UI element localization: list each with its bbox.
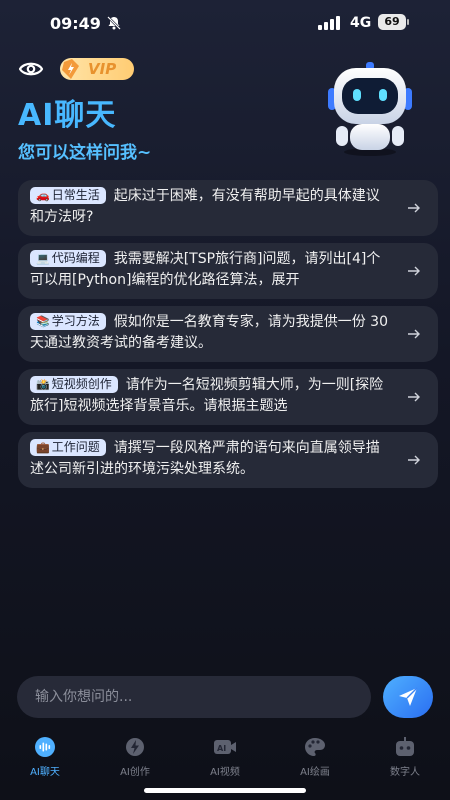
category-tag: 💼 工作问题 xyxy=(30,439,106,456)
page-title: AI聊天 xyxy=(18,98,117,133)
category-tag: 🚗 日常生活 xyxy=(30,187,106,204)
suggestion-card-daily-life[interactable]: 🚗 日常生活 起床过于困难，有没有帮助早起的具体建议和方法呀? xyxy=(18,180,438,236)
palette-icon xyxy=(305,738,325,756)
arrow-right-icon xyxy=(408,392,420,402)
nav-label: AI聊天 xyxy=(30,767,60,778)
suggestion-text: 🚗 日常生活 起床过于困难，有没有帮助早起的具体建议和方法呀? xyxy=(30,187,380,225)
bell-muted-icon xyxy=(107,16,121,30)
nav-item-digital-human[interactable]: 数字人 xyxy=(360,728,450,778)
nav-item-ai-painting[interactable]: AI绘画 xyxy=(270,728,360,778)
vip-badge[interactable]: VIP xyxy=(60,58,134,80)
car-icon: 🚗 xyxy=(36,189,50,202)
suggestion-text: 💼 工作问题 请撰写一段风格严肃的语句来向直属领导描述公司新引进的环境污染处理系统。 xyxy=(30,439,380,477)
chat-input[interactable] xyxy=(35,676,355,718)
camera-icon: 📸 xyxy=(36,378,50,391)
suggestion-text: 📚 学习方法 假如你是一名教育专家，请为我提供一份 30 天通过教资考试的备考建议。 xyxy=(30,313,388,351)
vip-label: VIP xyxy=(88,60,117,78)
suggestion-card-work[interactable]: 💼 工作问题 请撰写一段风格严肃的语句来向直属领导描述公司新引进的环境污染处理系统。 xyxy=(18,432,438,488)
robot-mascot-icon xyxy=(328,62,412,156)
battery-tip xyxy=(407,19,409,25)
category-tag: 📸 短视频创作 xyxy=(30,376,118,393)
nav-item-ai-chat[interactable]: AI聊天 xyxy=(0,728,90,778)
network-label: 4G xyxy=(350,15,372,31)
arrow-right-icon xyxy=(408,329,420,339)
home-indicator xyxy=(144,788,306,793)
status-bar: 09:49 4G 69 xyxy=(0,0,450,48)
books-icon: 📚 xyxy=(36,315,50,328)
category-tag: 📚 学习方法 xyxy=(30,313,106,330)
briefcase-icon: 💼 xyxy=(36,441,50,454)
page-subtitle: 您可以这样问我~ xyxy=(18,143,152,163)
suggestion-card-short-video[interactable]: 📸 短视频创作 请作为一名短视频剪辑大师，为一则[探险旅行]短视频选择背景音乐。请根… xyxy=(18,369,438,425)
suggestion-card-coding[interactable]: 💻 代码编程 我需要解决[TSP旅行商]问题，请列出[4]个可以用[Python]编… xyxy=(18,243,438,299)
suggestion-text: 📸 短视频创作 请作为一名短视频剪辑大师，为一则[探险旅行]短视频选择背景音乐。请根… xyxy=(30,376,384,414)
status-time: 09:49 xyxy=(50,14,101,33)
ai-video-icon: AI xyxy=(214,740,236,754)
send-icon xyxy=(399,687,418,706)
battery-indicator: 69 xyxy=(378,14,406,30)
voice-wave-icon xyxy=(35,737,55,757)
nav-label: AI视频 xyxy=(210,767,240,778)
arrow-right-icon xyxy=(408,266,420,276)
nav-item-ai-video[interactable]: AI AI视频 xyxy=(180,728,270,778)
arrow-right-icon xyxy=(408,203,420,213)
laptop-icon: 💻 xyxy=(36,252,50,265)
bottom-nav: AI聊天 AI创作 AI AI视频 AI绘画 数字人 xyxy=(0,728,450,778)
nav-item-ai-create[interactable]: AI创作 xyxy=(90,728,180,778)
category-tag: 💻 代码编程 xyxy=(30,250,106,267)
vip-bolt-icon xyxy=(62,59,79,79)
nav-label: AI创作 xyxy=(120,767,150,778)
send-button[interactable] xyxy=(383,676,433,718)
arrow-right-icon xyxy=(408,455,420,465)
nav-label: AI绘画 xyxy=(300,767,330,778)
bolt-icon xyxy=(126,738,144,756)
chat-input-container[interactable] xyxy=(17,676,371,718)
eye-icon[interactable] xyxy=(18,58,44,80)
signal-icon xyxy=(318,16,340,30)
suggestion-text: 💻 代码编程 我需要解决[TSP旅行商]问题，请列出[4]个可以用[Python]编… xyxy=(30,250,381,288)
svg-text:AI: AI xyxy=(217,744,226,753)
robot-icon xyxy=(396,737,414,756)
suggestion-card-study[interactable]: 📚 学习方法 假如你是一名教育专家，请为我提供一份 30 天通过教资考试的备考建议。 xyxy=(18,306,438,362)
nav-label: 数字人 xyxy=(390,767,420,778)
